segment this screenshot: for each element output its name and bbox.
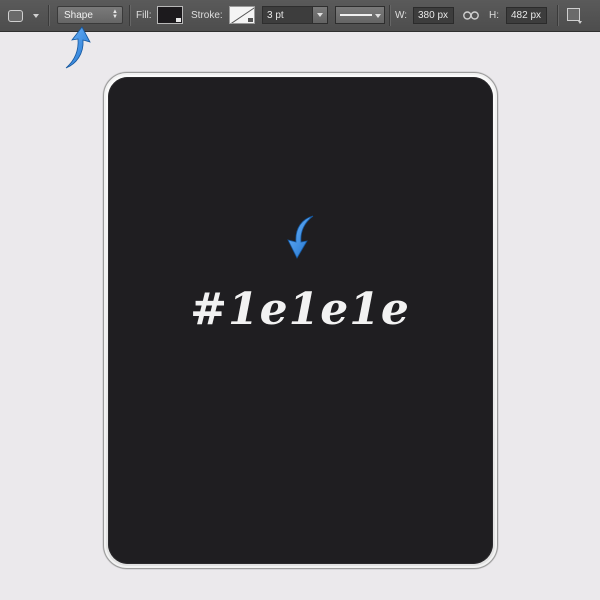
- annotation-arrow-icon: [287, 215, 314, 259]
- chevron-down-icon: [578, 21, 582, 24]
- toolbar-divider: [129, 5, 130, 26]
- height-label: H:: [489, 10, 499, 21]
- width-input[interactable]: [413, 7, 454, 24]
- path-alignment-icon[interactable]: [567, 8, 580, 21]
- tool-mode-value: Shape: [64, 9, 93, 21]
- stroke-color-swatch[interactable]: [229, 6, 255, 24]
- tool-mode-select[interactable]: Shape ▲ ▼: [57, 6, 123, 24]
- stroke-label: Stroke:: [191, 10, 223, 21]
- toolbar-divider: [389, 5, 390, 26]
- swatch-dropdown-corner-icon: [248, 18, 253, 22]
- tool-preset-picker[interactable]: [8, 0, 39, 31]
- rounded-rectangle-tool-icon: [8, 9, 23, 22]
- annotation-arrow-icon: [65, 26, 91, 69]
- fill-label: Fill:: [136, 10, 152, 21]
- height-input[interactable]: [506, 7, 547, 24]
- stroke-width-dropdown-button[interactable]: [312, 7, 327, 23]
- toolbar-divider: [48, 5, 49, 26]
- chevron-down-icon: [375, 14, 381, 18]
- toolbar-divider: [557, 5, 558, 26]
- width-label: W:: [395, 10, 408, 21]
- swatch-dropdown-corner-icon: [176, 18, 181, 22]
- fill-color-swatch[interactable]: [157, 6, 183, 24]
- stroke-line-preview-icon: [340, 14, 372, 16]
- fill-color-hex-label: #1e1e1e: [190, 284, 410, 335]
- stroke-width-input[interactable]: [263, 7, 317, 23]
- stroke-width-field[interactable]: [262, 6, 328, 24]
- link-dimensions-icon[interactable]: [463, 11, 479, 20]
- stroke-type-select[interactable]: [335, 6, 385, 24]
- chevron-down-icon: [33, 13, 39, 18]
- up-down-arrows-icon: ▲ ▼: [112, 9, 118, 20]
